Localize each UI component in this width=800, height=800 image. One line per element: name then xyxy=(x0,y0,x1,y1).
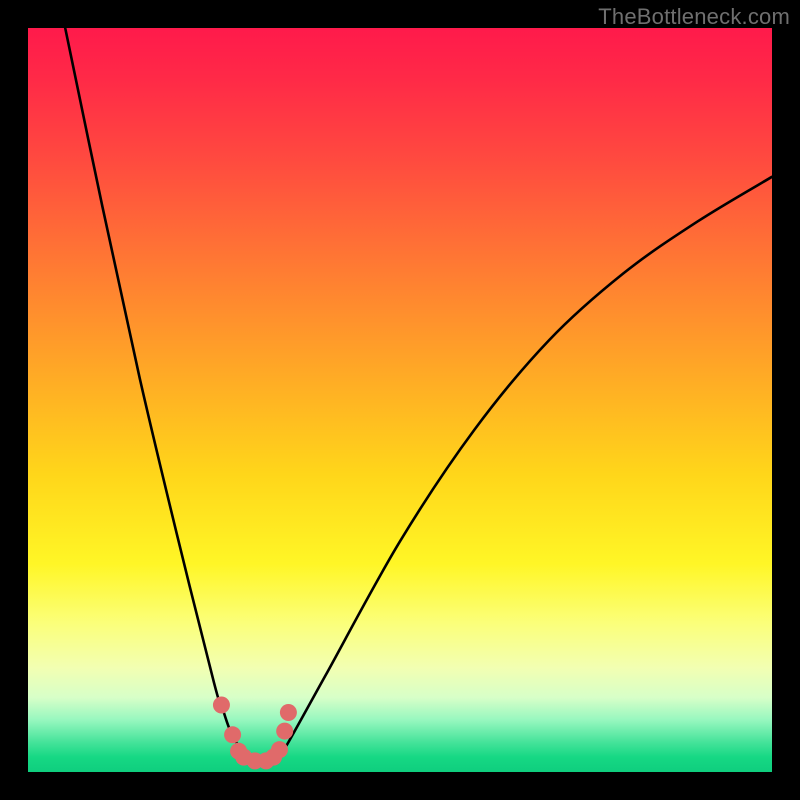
plot-area xyxy=(28,28,772,772)
bottleneck-curve-path xyxy=(65,28,772,762)
chart-frame: TheBottleneck.com xyxy=(0,0,800,800)
highlight-dot xyxy=(280,704,297,721)
highlight-dots xyxy=(213,697,297,770)
watermark-text: TheBottleneck.com xyxy=(598,4,790,30)
curve-layer xyxy=(28,28,772,772)
highlight-dot xyxy=(224,726,241,743)
highlight-dot xyxy=(276,723,293,740)
bottleneck-curve xyxy=(65,28,772,762)
highlight-dot xyxy=(271,741,288,758)
highlight-dot xyxy=(213,697,230,714)
